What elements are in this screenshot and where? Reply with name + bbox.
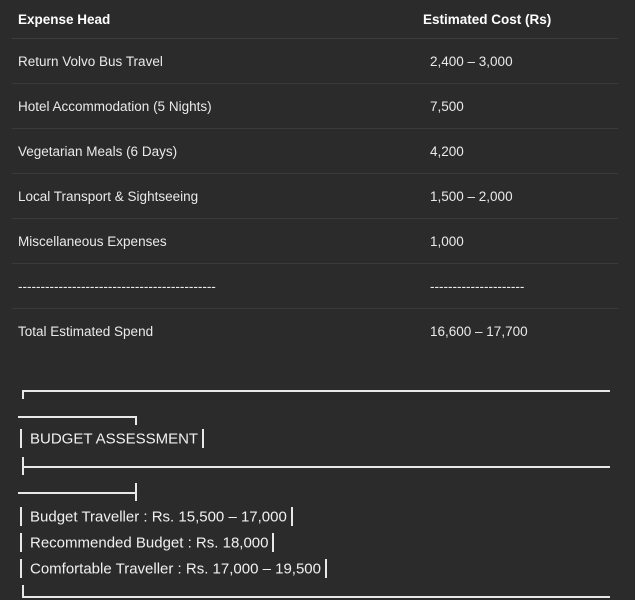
- assessment-line: Recommended Budget : Rs. 18,000: [18, 533, 278, 553]
- expense-cell: Local Transport & Sightseeing: [18, 188, 199, 204]
- table-body: Return Volvo Bus Travel 2,400 – 3,000 Ho…: [12, 39, 618, 353]
- box-bar: [272, 533, 275, 552]
- box-bar: [290, 507, 293, 526]
- table-row-separator: ----------------------------------------…: [12, 264, 618, 309]
- budget-traveller-text: Budget Traveller : Rs. 15,500 – 17,000: [30, 508, 287, 526]
- table-row: Local Transport & Sightseeing 1,500 – 2,…: [12, 174, 618, 219]
- table-row-total: Total Estimated Spend 16,600 – 17,700: [12, 309, 618, 353]
- table-row: Vegetarian Meals (6 Days) 4,200: [12, 129, 618, 174]
- recommended-budget-text: Recommended Budget : Rs. 18,000: [30, 534, 269, 552]
- expense-cell: Return Volvo Bus Travel: [18, 53, 163, 69]
- assessment-line: Comfortable Traveller : Rs. 17,000 – 19,…: [18, 559, 331, 579]
- box-border-top: [22, 390, 610, 392]
- table-row: Return Volvo Bus Travel 2,400 – 3,000: [12, 39, 618, 84]
- header-expense-head: Expense Head: [18, 11, 111, 27]
- cost-cell: 1,500 – 2,000: [430, 188, 513, 204]
- total-value: 16,600 – 17,700: [430, 323, 528, 339]
- assessment-title-line: BUDGET ASSESSMENT: [18, 429, 208, 449]
- separator-cell: ---------------------: [430, 278, 525, 294]
- cost-cell: 2,400 – 3,000: [430, 53, 513, 69]
- box-divider-short: [18, 492, 136, 494]
- box-bar: [20, 507, 22, 526]
- header-estimated-cost: Estimated Cost (Rs): [423, 11, 552, 27]
- assessment-line: Budget Traveller : Rs. 15,500 – 17,000: [18, 507, 297, 527]
- expense-cell: Hotel Accommodation (5 Nights): [18, 98, 212, 114]
- box-bar: [202, 429, 205, 448]
- cost-cell: 4,200: [430, 143, 464, 159]
- expense-cell: Vegetarian Meals (6 Days): [18, 143, 178, 159]
- separator-cell: ----------------------------------------…: [18, 278, 216, 294]
- box-divider: [22, 466, 610, 468]
- assessment-title: BUDGET ASSESSMENT: [30, 430, 199, 448]
- box-border-bottom: [22, 596, 610, 598]
- expense-cell: Miscellaneous Expenses: [18, 233, 167, 249]
- box-bar: [20, 559, 22, 578]
- box-corner-short: [135, 416, 137, 425]
- expense-table: Expense Head Estimated Cost (Rs) Return …: [12, 0, 618, 353]
- box-border-short: [18, 416, 136, 418]
- box-bar: [20, 429, 22, 448]
- table-header: Expense Head Estimated Cost (Rs): [12, 0, 618, 39]
- box-bar: [325, 559, 327, 578]
- cost-cell: 1,000: [430, 233, 464, 249]
- cost-cell: 7,500: [430, 98, 464, 114]
- table-row: Miscellaneous Expenses 1,000: [12, 219, 618, 264]
- comfortable-traveller-text: Comfortable Traveller : Rs. 17,000 – 19,…: [30, 560, 321, 578]
- total-label: Total Estimated Spend: [18, 323, 154, 339]
- table-row: Hotel Accommodation (5 Nights) 7,500: [12, 84, 618, 129]
- box-tee-right: [135, 483, 137, 501]
- box-bar: [20, 533, 22, 552]
